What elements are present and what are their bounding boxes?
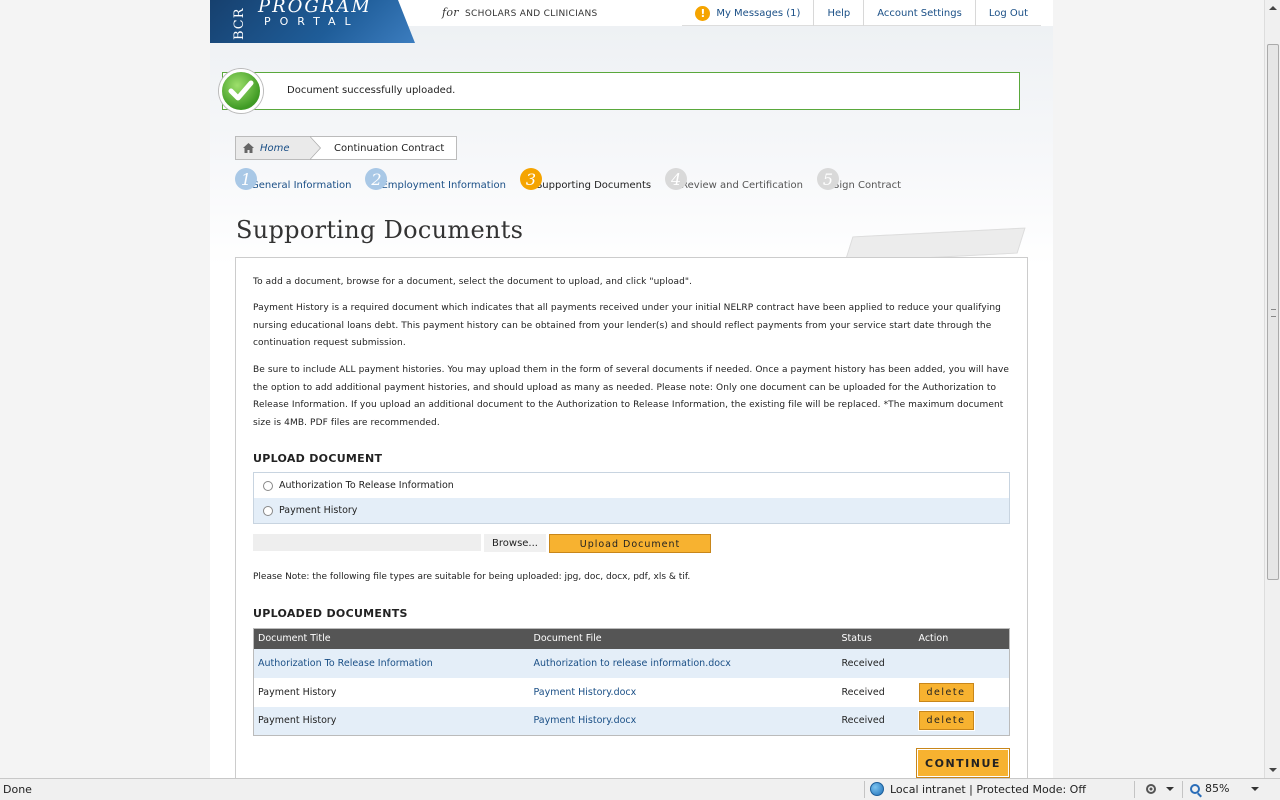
document-action-cell: delete (914, 706, 1010, 736)
column-header-action: Action (914, 628, 1010, 649)
step-number: 4 (665, 168, 688, 190)
top-nav: ! My Messages (1) Help Account Settings … (682, 0, 1041, 26)
status-divider (1134, 781, 1135, 798)
vertical-scrollbar[interactable] (1264, 0, 1280, 778)
breadcrumb-home-label: Home (260, 142, 290, 154)
browser-viewport: BCR PROGRAM PORTAL for SCHOLARS AND CLIN… (0, 0, 1264, 778)
page-title: Supporting Documents (236, 216, 524, 244)
instructions-paragraph-3: Be sure to include ALL payment histories… (253, 365, 1010, 429)
status-text: Done (3, 783, 32, 796)
radio-button[interactable] (263, 505, 273, 516)
file-types-note: Please Note: the following file types ar… (253, 572, 691, 582)
checkmark-icon (219, 69, 263, 113)
column-header-file: Document File (529, 628, 838, 649)
column-header-status: Status (837, 628, 915, 649)
step-supporting-documents: 3 Supporting Documents (519, 168, 651, 192)
step-general-information[interactable]: 1 General Information (235, 168, 351, 192)
document-title: Payment History (258, 686, 337, 698)
document-title: Payment History (253, 706, 530, 736)
globe-icon (870, 782, 884, 796)
document-file-link[interactable]: Authorization to release information.doc… (529, 648, 838, 678)
tagline: for SCHOLARS AND CLINICIANS (442, 6, 598, 19)
document-type-radio-group: Authorization To Release Information Pay… (253, 472, 1010, 524)
document-file-link[interactable]: Payment History.docx (529, 706, 838, 736)
browse-button[interactable]: Browse... (484, 534, 546, 552)
account-settings-link[interactable]: Account Settings (863, 0, 975, 26)
step-number: 3 (519, 168, 542, 190)
chevron-down-icon (1166, 787, 1174, 791)
success-message: Document successfully uploaded. (287, 85, 456, 96)
document-file-link[interactable]: Payment History.docx (530, 678, 838, 707)
instructions-paragraph-1: To add a document, browse for a document… (253, 277, 693, 287)
document-title-link[interactable]: Authorization To Release Information (253, 648, 530, 678)
table-row: Payment History Payment History.docx Rec… (254, 678, 1010, 707)
upload-document-button[interactable]: Upload Document (549, 534, 711, 553)
zoom-icon (1190, 783, 1200, 794)
chevron-down-icon (1251, 786, 1260, 791)
upload-section-title: UPLOAD DOCUMENT (253, 452, 383, 465)
step-sign-contract: 5 Sign Contract (817, 168, 901, 192)
document-status: Received (837, 706, 915, 736)
breadcrumb: Home Continuation Contract (235, 136, 457, 160)
radio-option-payment-history[interactable]: Payment History (254, 498, 1009, 523)
file-path-input[interactable] (253, 534, 481, 551)
tagline-text: SCHOLARS AND CLINICIANS (465, 9, 598, 19)
success-banner: Document successfully uploaded. (219, 69, 1020, 113)
radio-button[interactable] (263, 480, 273, 491)
zoom-control[interactable]: 85% (1190, 782, 1260, 795)
status-divider (864, 781, 865, 798)
zoom-level: 85% (1205, 782, 1230, 795)
document-status: Received (841, 686, 885, 698)
settings-icon (1146, 784, 1156, 794)
radio-option-authorization[interactable]: Authorization To Release Information (254, 473, 1009, 498)
radio-label: Authorization To Release Information (279, 480, 454, 491)
column-header-title: Document Title (253, 628, 530, 649)
breadcrumb-current: Continuation Contract (334, 142, 445, 154)
radio-label: Payment History (279, 505, 358, 516)
tagline-for: for (442, 6, 459, 19)
grip-icon (1271, 309, 1276, 317)
table-row: Authorization To Release Information Aut… (253, 648, 1010, 678)
instructions-paragraph-2: Payment History is a required document w… (253, 303, 1001, 349)
breadcrumb-home[interactable]: Home (236, 136, 321, 160)
document-action-cell: delete (915, 678, 1010, 707)
breadcrumb-separator (310, 137, 320, 159)
logo[interactable]: BCR PROGRAM PORTAL (210, 0, 415, 43)
home-icon (243, 143, 254, 153)
alert-icon: ! (695, 5, 711, 21)
logo-bcr: BCR (232, 7, 247, 40)
browser-status-bar: Done Local intranet | Protected Mode: Of… (0, 778, 1280, 800)
page-tools[interactable] (1144, 782, 1174, 796)
step-review-and-certification: 4 Review and Certification (665, 168, 803, 192)
continue-button[interactable]: CONTINUE (916, 748, 1010, 778)
logout-link[interactable]: Log Out (974, 0, 1041, 26)
my-messages-link[interactable]: ! My Messages (1) (682, 0, 813, 26)
security-zone[interactable]: Local intranet | Protected Mode: Off (870, 782, 1086, 796)
document-status: Received (837, 648, 915, 678)
document-action-cell (914, 648, 1010, 678)
table-header-row: Document Title Document File Status Acti… (253, 628, 1010, 649)
scroll-down-arrow-icon[interactable] (1269, 768, 1277, 772)
step-number: 5 (817, 168, 840, 190)
progress-steps: 1 General Information 2 Employment Infor… (235, 168, 915, 194)
my-messages-label: My Messages (1) (716, 7, 801, 19)
scroll-up-arrow-icon[interactable] (1269, 6, 1277, 10)
step-employment-information[interactable]: 2 Employment Information (365, 168, 506, 192)
step-number: 1 (235, 168, 257, 190)
help-link[interactable]: Help (813, 0, 863, 26)
page: BCR PROGRAM PORTAL for SCHOLARS AND CLIN… (210, 0, 1053, 778)
logo-portal: PORTAL (264, 15, 360, 28)
delete-button[interactable]: delete (917, 681, 975, 703)
status-divider (1182, 781, 1183, 798)
scrollbar-thumb[interactable] (1267, 44, 1279, 580)
table-row: Payment History Payment History.docx Rec… (253, 706, 1010, 736)
delete-button[interactable]: delete (917, 710, 975, 732)
security-zone-label: Local intranet | Protected Mode: Off (890, 782, 1086, 796)
uploaded-section-title: UPLOADED DOCUMENTS (253, 607, 408, 620)
content-box: To add a document, browse for a document… (235, 257, 1028, 778)
uploaded-documents-table: Document Title Document File Status Acti… (253, 628, 1010, 736)
